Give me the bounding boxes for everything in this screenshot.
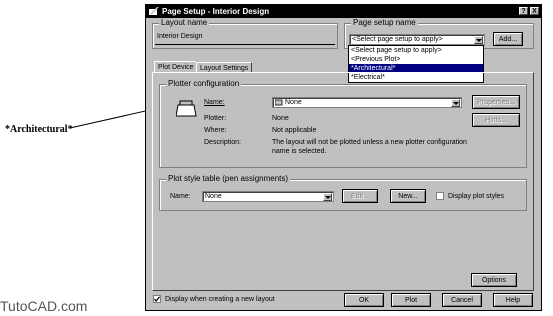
checkmark-icon xyxy=(154,296,160,302)
plotter-name-select[interactable]: None xyxy=(272,97,462,108)
hints-button[interactable]: Hints... xyxy=(472,113,520,127)
display-new-layout-checkbox[interactable] xyxy=(153,295,161,303)
edit-button[interactable]: Edit... xyxy=(342,189,378,203)
where-label: Where: xyxy=(204,127,227,134)
help-icon[interactable]: ? xyxy=(519,7,528,15)
plotter-name-value: None xyxy=(285,99,302,106)
display-new-layout-label: Display when creating a new layout xyxy=(165,296,275,303)
description-label: Description: xyxy=(204,139,241,146)
page-setup-icon xyxy=(149,7,159,15)
plot-style-select[interactable]: None xyxy=(202,191,334,202)
layout-name-input[interactable]: Interior Design xyxy=(155,32,335,44)
description-line-2: name is selected. xyxy=(272,148,327,155)
no-plotter-icon xyxy=(275,99,283,106)
dialog-title: Page Setup - Interior Design xyxy=(162,7,270,16)
plotter-icon xyxy=(176,100,197,117)
options-button[interactable]: Options xyxy=(471,273,517,287)
dropdown-option[interactable]: <Select page setup to apply> xyxy=(349,46,483,55)
plotter-name-label: Name: xyxy=(204,99,225,106)
page-setup-name-label: Page setup name xyxy=(351,18,418,27)
description-line-1: The layout will not be plotted unless a … xyxy=(272,139,467,146)
title-bar: Page Setup - Interior Design ? X xyxy=(146,5,541,18)
display-plot-styles-label: Display plot styles xyxy=(448,193,505,200)
add-button-label: Add... xyxy=(498,36,518,43)
plot-style-label: Plot style table (pen assignments) xyxy=(166,174,291,183)
cancel-button[interactable]: Cancel xyxy=(442,293,482,307)
display-plot-styles-checkbox[interactable] xyxy=(436,192,444,200)
plotter-value: None xyxy=(272,115,289,122)
close-icon[interactable]: X xyxy=(530,7,539,15)
ok-button[interactable]: OK xyxy=(344,293,384,307)
page-setup-dialog: Page Setup - Interior Design ? X Layout … xyxy=(145,4,542,311)
plotter-config-group: Plotter configuration Name: None Propert… xyxy=(159,79,527,168)
dropdown-option[interactable]: <Previous Plot> xyxy=(349,55,483,64)
add-button[interactable]: Add... xyxy=(493,32,523,46)
page-setup-select[interactable]: <Select page setup to apply> xyxy=(349,34,485,45)
chevron-down-icon[interactable] xyxy=(474,36,483,44)
where-value: Not applicable xyxy=(272,127,317,134)
chevron-down-icon[interactable] xyxy=(323,193,332,201)
plotter-config-label: Plotter configuration xyxy=(166,79,242,88)
plot-style-group: Plot style table (pen assignments) Name:… xyxy=(159,174,527,211)
page-setup-selected: <Select page setup to apply> xyxy=(352,36,443,43)
watermark-text: TutoCAD.com xyxy=(0,298,88,314)
plot-button[interactable]: Plot xyxy=(391,293,431,307)
properties-button[interactable]: Properties... xyxy=(472,95,520,109)
plot-style-name-label: Name: xyxy=(170,193,191,200)
layout-name-underline xyxy=(155,44,335,45)
plot-style-value: None xyxy=(205,193,222,200)
new-button[interactable]: New... xyxy=(390,189,426,203)
tab-panel: Plotter configuration Name: None Propert… xyxy=(152,72,534,291)
plotter-label: Plotter: xyxy=(204,115,227,122)
help-button[interactable]: Help xyxy=(493,293,533,307)
layout-name-label: Layout name xyxy=(159,18,210,27)
chevron-down-icon[interactable] xyxy=(451,99,460,107)
layout-name-group: Layout name Interior Design xyxy=(152,18,338,49)
